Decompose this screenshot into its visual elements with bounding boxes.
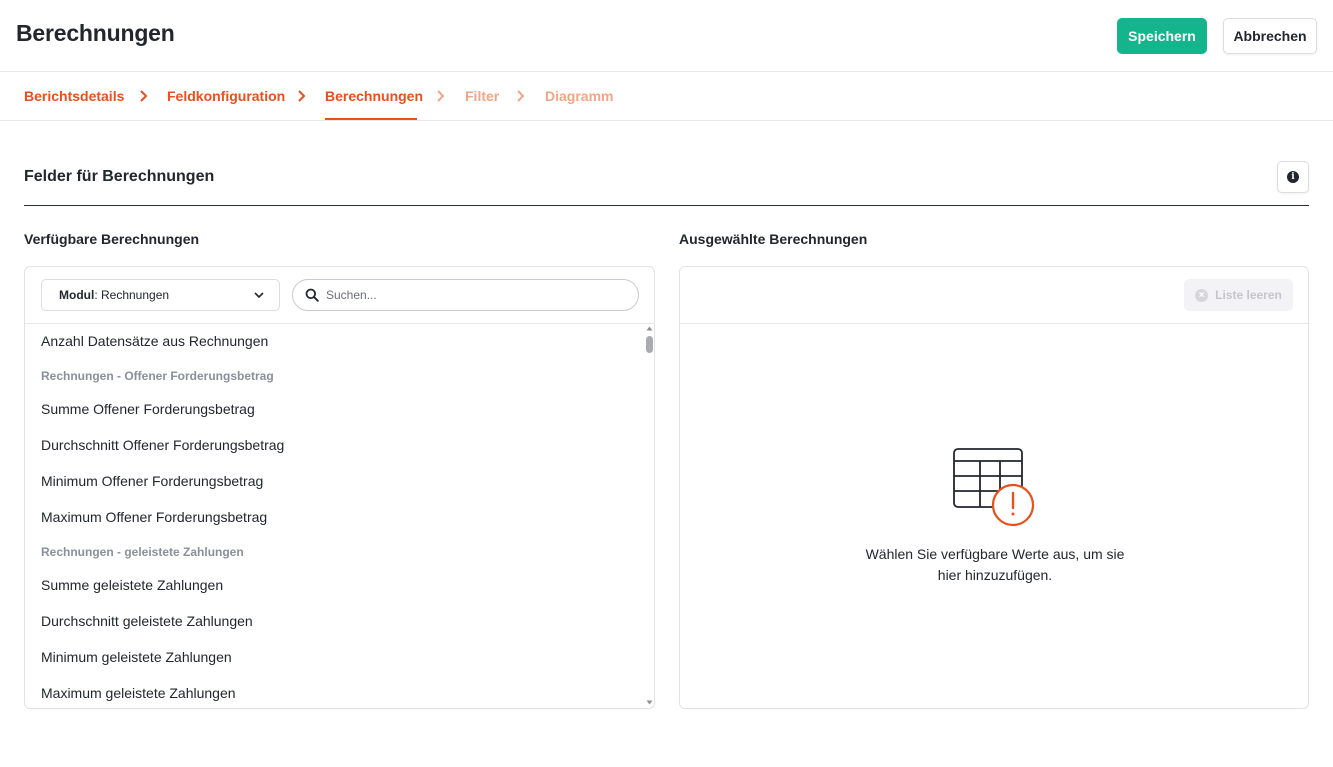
step-feldkonfiguration[interactable]: Feldkonfiguration bbox=[167, 88, 285, 104]
empty-table-warning-icon bbox=[953, 448, 1035, 527]
chevron-right-icon bbox=[298, 90, 306, 102]
wizard-steps: Berichtsdetails Feldkonfiguration Berech… bbox=[0, 72, 1333, 121]
list-item[interactable]: Summe geleistete Zahlungen bbox=[41, 577, 223, 593]
save-button[interactable]: Speichern bbox=[1117, 18, 1207, 54]
active-step-underline bbox=[325, 118, 417, 120]
list-item[interactable]: Minimum Offener Forderungsbetrag bbox=[41, 473, 263, 489]
top-bar: Berechnungen Speichern Abbrechen bbox=[0, 0, 1333, 72]
selected-panel: × Liste leeren Wählen Sie verfügbare Wer… bbox=[679, 266, 1309, 709]
module-prefix: Modul bbox=[59, 288, 95, 302]
list-item[interactable]: Anzahl Datensätze aus Rechnungen bbox=[41, 333, 268, 349]
step-diagramm[interactable]: Diagramm bbox=[545, 88, 613, 104]
list-group-header: Rechnungen - geleistete Zahlungen bbox=[41, 545, 244, 559]
empty-state-line-1: Wählen Sie verfügbare Werte aus, um sie bbox=[865, 546, 1125, 562]
chevron-down-icon bbox=[254, 292, 264, 299]
list-group-header: Rechnungen - Offener Forderungsbetrag bbox=[41, 369, 274, 383]
clear-list-button[interactable]: × Liste leeren bbox=[1184, 279, 1293, 311]
list-item[interactable]: Maximum Offener Forderungsbetrag bbox=[41, 509, 267, 525]
available-list[interactable]: Anzahl Datensätze aus Rechnungen Rechnun… bbox=[25, 324, 643, 708]
list-item[interactable]: Durchschnitt geleistete Zahlungen bbox=[41, 613, 253, 629]
selected-label: Ausgewählte Berechnungen bbox=[679, 231, 868, 247]
chevron-right-icon bbox=[517, 90, 525, 102]
info-icon: i bbox=[1287, 171, 1299, 183]
search-field[interactable] bbox=[292, 279, 639, 311]
list-item[interactable]: Durchschnitt Offener Forderungsbetrag bbox=[41, 437, 284, 453]
empty-state-line-2: hier hinzuzufügen. bbox=[937, 567, 1053, 583]
step-berechnungen[interactable]: Berechnungen bbox=[325, 88, 423, 104]
section-divider bbox=[24, 205, 1309, 206]
close-circle-icon: × bbox=[1195, 288, 1209, 302]
scrollbar-thumb[interactable] bbox=[646, 336, 653, 353]
module-select[interactable]: Modul: Rechnungen bbox=[41, 279, 280, 311]
page-title: Berechnungen bbox=[16, 20, 175, 46]
step-berichtsdetails[interactable]: Berichtsdetails bbox=[24, 88, 124, 104]
scroll-up-arrow-icon[interactable] bbox=[646, 326, 653, 331]
available-panel: Modul: Rechnungen Anzahl Datensätze aus … bbox=[24, 266, 655, 709]
list-item[interactable]: Maximum geleistete Zahlungen bbox=[41, 685, 236, 701]
search-icon bbox=[305, 288, 319, 302]
empty-state-text: Wählen Sie verfügbare Werte aus, um sie … bbox=[845, 544, 1145, 586]
search-input[interactable] bbox=[326, 288, 626, 302]
cancel-button[interactable]: Abbrechen bbox=[1223, 18, 1317, 54]
chevron-right-icon bbox=[437, 90, 445, 102]
info-button[interactable]: i bbox=[1277, 161, 1309, 193]
panel-header-divider bbox=[680, 323, 1308, 324]
available-label: Verfügbare Berechnungen bbox=[24, 231, 200, 247]
step-filter[interactable]: Filter bbox=[465, 88, 499, 104]
chevron-right-icon bbox=[140, 90, 148, 102]
scroll-down-arrow-icon[interactable] bbox=[646, 700, 653, 705]
module-value: : Rechnungen bbox=[94, 288, 170, 302]
list-item[interactable]: Minimum geleistete Zahlungen bbox=[41, 649, 232, 665]
list-item[interactable]: Summe Offener Forderungsbetrag bbox=[41, 401, 255, 417]
clear-list-label: Liste leeren bbox=[1215, 288, 1282, 302]
section-title: Felder für Berechnungen bbox=[24, 168, 215, 185]
